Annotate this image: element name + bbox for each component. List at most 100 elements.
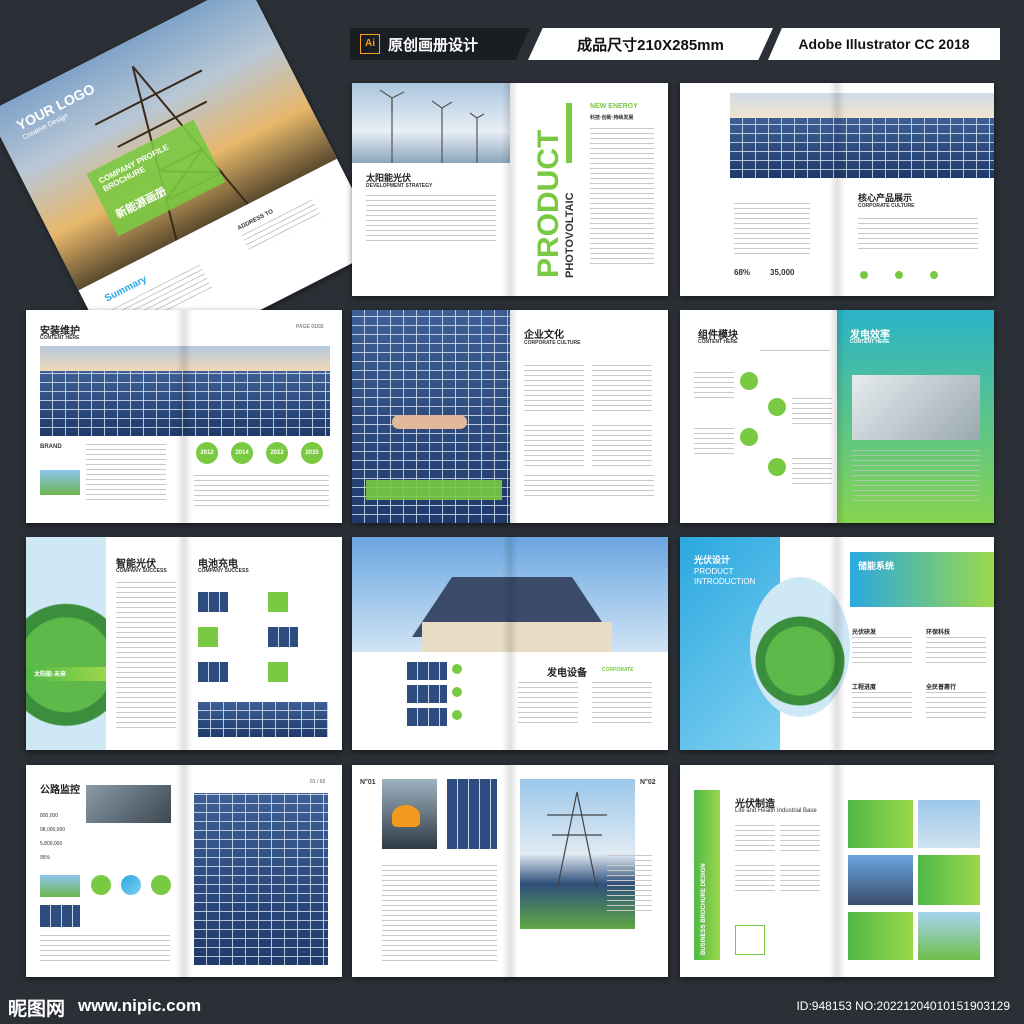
spread9-tablet-photo	[86, 785, 171, 823]
header-tag-software: Adobe Illustrator CC 2018	[768, 28, 1000, 60]
spread1-vertical-pv: PHOTOVOLTAIC	[564, 192, 576, 278]
spread5-fold	[829, 310, 845, 523]
spread11-text-3	[735, 865, 775, 895]
spread11-tile-3	[848, 912, 913, 960]
spread-solar-pv: 太阳能光伏 DEVELOPMENT STRATEGY PRODUCT PHOTO…	[352, 83, 668, 296]
spread8-sub-left2: INTRODUCTION	[694, 577, 756, 586]
image-id: ID:948153 NO:20221204010151903129	[796, 999, 1010, 1013]
spread-numbered: N°01 N°02	[352, 765, 668, 977]
cover-address-text	[241, 199, 322, 254]
spread2-dot2	[895, 271, 903, 279]
spread-smart-pv: 太阳能·未来 智能光伏 COMPANY SUCCESS 电池充电 COMPANY…	[26, 537, 342, 750]
spread11-text-2	[780, 825, 820, 855]
spread2-fold	[829, 83, 845, 296]
spread11-text-4	[780, 865, 820, 895]
spread2-stat2: 35,000	[770, 268, 795, 277]
spread1-green-bar	[566, 103, 572, 163]
spread10-left-no: N°01	[360, 779, 376, 786]
spread3-text-right	[194, 475, 329, 510]
spread9-circle-3	[151, 875, 171, 895]
spread4-text-2	[592, 365, 652, 415]
power-pylon-icon	[547, 791, 607, 890]
spread11-vertical-text: BUSINESS BROCHURE DESIGN	[701, 863, 707, 955]
spread6-caption: 太阳能·未来	[34, 672, 66, 678]
spread6-thumb-4	[268, 627, 298, 647]
spread9-panels-photo	[194, 793, 328, 965]
year-circle-2: 2014	[231, 442, 253, 464]
spread6-island-photo	[26, 537, 106, 750]
spread2-stat1: 68%	[734, 268, 751, 277]
spread8-item-2: 环保科技	[926, 630, 951, 636]
spread11-field-photo	[918, 912, 980, 960]
spread9-landscape-2	[40, 905, 80, 927]
spread8-item-3: 工程进度	[852, 685, 877, 691]
spread5-text-d	[792, 458, 832, 488]
spread1-subtitle: DEVELOPMENT STRATEGY	[366, 183, 433, 189]
spread8-item-4: 全民普惠行	[926, 685, 957, 691]
header-tag2-label: 成品尺寸210X285mm	[577, 36, 724, 54]
spread2-text-left	[734, 203, 810, 258]
spread9-page: 01 / 02	[310, 779, 326, 785]
site-url[interactable]: www.nipic.com	[78, 996, 201, 1016]
spread10-panel-photo	[447, 779, 497, 849]
spread2-dot3	[930, 271, 938, 279]
spread7-text-left	[518, 682, 578, 727]
year-label: 2022	[270, 450, 284, 456]
spread9-circle-2	[121, 875, 141, 895]
spread7-subtitle: CORPORATE	[602, 667, 634, 673]
spread9-landscape-1	[40, 875, 80, 897]
spread9-stat-2: 98,000,000	[40, 827, 66, 833]
spread7-thumb-2	[407, 685, 447, 703]
spread2-subtitle: CORPORATE CULTURE	[858, 203, 915, 209]
spread3-text	[86, 444, 166, 504]
header-tag3-label: Adobe Illustrator CC 2018	[798, 36, 970, 52]
spread5-node-1	[740, 372, 758, 390]
spread10-right-no: N°02	[640, 779, 656, 786]
spread4-fold	[502, 310, 518, 523]
spread6-thumb-6	[268, 662, 288, 682]
spread-power-equipment: 发电设备 CORPORATE	[352, 537, 668, 750]
spread3-page: PAGE 01/02	[296, 324, 324, 330]
spread1-right-title: NEW ENERGY	[590, 103, 638, 110]
spread11-subtitle: Life and Health Industrial Base	[735, 808, 817, 814]
spread6-text-left	[116, 582, 176, 732]
spread5-line-text	[760, 350, 830, 354]
spread4-text-1	[524, 365, 584, 415]
year-label: 2014	[235, 450, 249, 456]
spread9-title: 公路监控	[40, 785, 80, 796]
spread-installation: 安装维护 CONTENT HERE PAGE 01/02 BRAND 2012 …	[26, 310, 342, 523]
spread5-car-photo	[852, 375, 980, 440]
spread6-thumb-3	[198, 627, 218, 647]
spread1-text-left	[366, 195, 496, 245]
spread5-sub-left: CONTENT HERE	[698, 339, 738, 345]
spread4-text-3	[524, 425, 584, 470]
spread7-title: 发电设备	[547, 668, 587, 679]
spread6-thumb-2	[268, 592, 288, 612]
spread7-fold	[502, 537, 518, 750]
spread8-title-right: 储能系统	[858, 561, 895, 571]
spread11-turbine-photo	[918, 800, 980, 848]
spread7-thumb-1	[407, 662, 447, 680]
spread2-dot1	[860, 271, 868, 279]
spread5-node-2	[768, 398, 786, 416]
spread3-brand: BRAND	[40, 444, 62, 450]
spread10-text-left	[382, 865, 497, 965]
spread1-fold	[502, 83, 518, 296]
spread7-icon-2	[452, 687, 462, 697]
year-circle-4: 2035	[301, 442, 323, 464]
spread11-tile-2	[918, 855, 980, 905]
spread8-text-2	[926, 637, 986, 667]
header-tag1-label: 原创画册设计	[388, 36, 479, 54]
spread7-thumb-3	[407, 708, 447, 726]
spread5-sub-right: CONTENT HERE	[850, 339, 890, 345]
spread-pv-design: 光伏设计 PRODUCT INTRODUCTION 储能系统 光伏研发 环保科技…	[680, 537, 994, 750]
year-label: 2035	[305, 450, 319, 456]
spread8-text-3	[852, 692, 912, 722]
spread6-fold	[176, 537, 192, 750]
spread5-node-3	[740, 428, 758, 446]
spread-modules-efficiency: 组件模块 CONTENT HERE 发电效率 CONTENT HERE	[680, 310, 994, 523]
spread9-stat-4: 95%	[40, 855, 51, 861]
spread3-subtitle: CONTENT HERE	[40, 335, 80, 341]
spread8-text-1	[852, 637, 912, 667]
spread7-icon-3	[452, 710, 462, 720]
